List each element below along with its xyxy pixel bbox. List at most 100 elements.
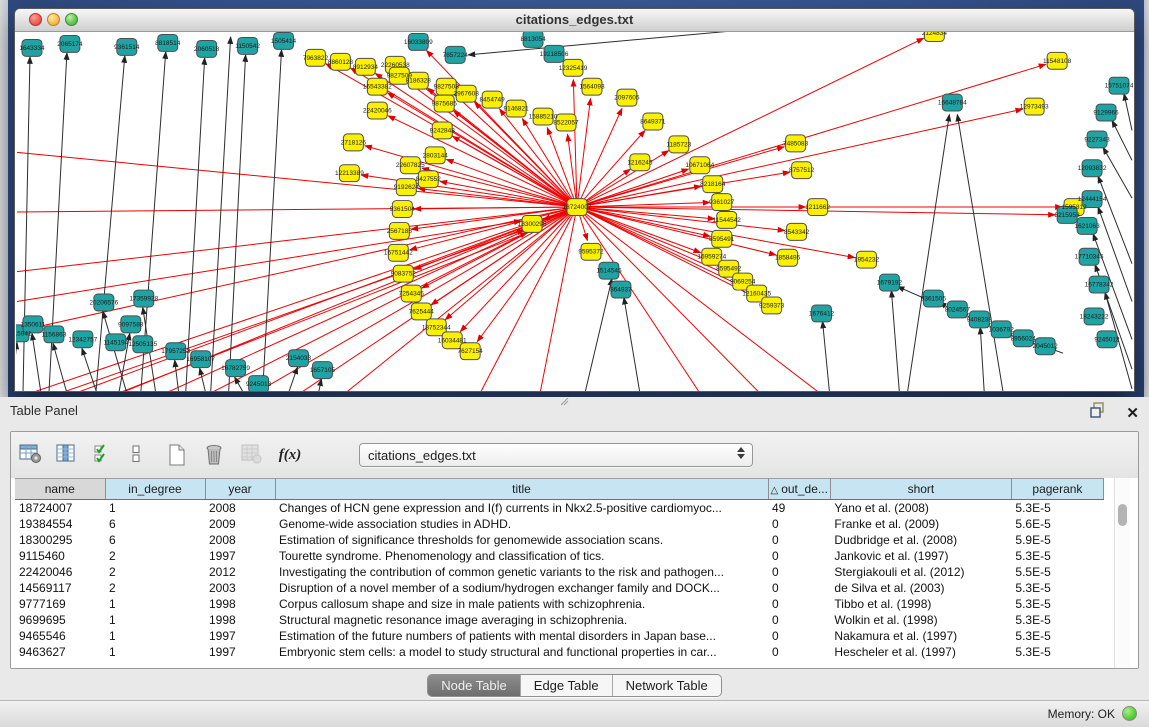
graph-node[interactable] [117, 38, 137, 55]
graph-node[interactable] [690, 157, 710, 174]
graph-node[interactable] [367, 102, 387, 119]
graph-node[interactable] [879, 274, 899, 291]
column-header-year[interactable]: year [205, 479, 275, 500]
graph-node[interactable] [808, 199, 828, 216]
graph-node[interactable] [786, 135, 806, 152]
tab-edge-table[interactable]: Edge Table [520, 675, 612, 696]
tab-node-table[interactable]: Node Table [428, 675, 520, 696]
table-vertical-scrollbar[interactable] [1114, 478, 1130, 669]
column-header-title[interactable]: title [275, 479, 768, 500]
graph-node[interactable] [408, 72, 428, 89]
tab-network-table[interactable]: Network Table [612, 675, 721, 696]
graph-node[interactable] [1087, 131, 1107, 148]
graph-node[interactable] [1084, 308, 1104, 325]
graph-node[interactable] [401, 285, 421, 302]
graph-node[interactable] [393, 265, 413, 282]
graph-node[interactable] [106, 334, 126, 351]
graph-node[interactable] [94, 294, 114, 311]
graph-node[interactable] [1097, 331, 1117, 348]
graph-node[interactable] [556, 114, 576, 131]
table-select-dropdown[interactable]: citations_edges.txt [359, 443, 753, 467]
graph-node[interactable] [436, 78, 456, 95]
graph-node[interactable] [1013, 330, 1033, 347]
table-row[interactable]: 911546021997Tourette syndrome. Phenomeno… [15, 548, 1103, 564]
graph-node[interactable] [924, 32, 944, 41]
select-rows-icon[interactable] [93, 443, 117, 467]
graph-node[interactable] [389, 222, 409, 239]
graph-node[interactable] [1057, 207, 1077, 224]
graph-node[interactable] [1035, 338, 1055, 355]
graph-node[interactable] [166, 343, 186, 360]
graph-node[interactable] [717, 212, 737, 229]
network-canvas[interactable]: 7963822886012889129342226053898275091654… [16, 32, 1133, 391]
graph-node[interactable] [289, 350, 309, 367]
graph-node[interactable] [134, 290, 154, 307]
table-settings-icon[interactable] [19, 443, 43, 467]
graph-node[interactable] [482, 91, 502, 108]
graph-node[interactable] [969, 311, 989, 328]
graph-node[interactable] [23, 316, 43, 333]
table-row[interactable]: 977716911998Corpus callosum shape and si… [15, 596, 1103, 612]
graph-node[interactable] [544, 45, 564, 62]
graph-node[interactable] [339, 165, 359, 182]
graph-node[interactable] [330, 53, 350, 70]
table-row[interactable]: 946554611997Estimation of the future num… [15, 628, 1103, 644]
row-height-icon[interactable] [130, 443, 154, 467]
column-header-in_degree[interactable]: in_degree [105, 479, 205, 500]
graph-node[interactable] [506, 100, 526, 117]
graph-node[interactable] [456, 85, 476, 102]
column-header-name[interactable]: name [15, 479, 105, 500]
splitter-grip-icon[interactable] [560, 398, 570, 406]
graph-node[interactable] [1079, 248, 1099, 265]
graph-node[interactable] [942, 94, 962, 111]
graph-node[interactable] [274, 32, 294, 49]
graph-node[interactable] [581, 243, 601, 260]
graph-node[interactable] [158, 34, 178, 51]
graph-node[interactable] [856, 251, 876, 268]
graph-node[interactable] [305, 49, 325, 66]
graph-node[interactable] [703, 176, 723, 193]
close-panel-icon[interactable]: ✕ [1126, 406, 1139, 422]
graph-node[interactable] [523, 32, 543, 47]
graph-node[interactable] [418, 171, 438, 188]
table-row[interactable]: 946362711997Embryonic stem cells: a mode… [15, 644, 1103, 660]
table-row[interactable]: 969969511998Structural magnetic resonanc… [15, 612, 1103, 628]
graph-node[interactable] [1082, 191, 1102, 208]
graph-node[interactable] [792, 162, 812, 179]
graph-node[interactable] [778, 249, 798, 266]
graph-node[interactable] [1082, 160, 1102, 177]
table-row[interactable]: 1872400712008Changes of HCN gene express… [15, 500, 1103, 516]
graph-node[interactable] [389, 67, 409, 84]
delete-table-icon[interactable] [204, 443, 228, 467]
window-titlebar[interactable]: citations_edges.txt [15, 9, 1134, 32]
import-table-icon-disabled[interactable] [241, 443, 265, 467]
graph-node[interactable] [630, 154, 650, 171]
graph-node[interactable] [121, 316, 141, 333]
graph-node[interactable] [991, 321, 1011, 338]
graph-node[interactable] [1024, 98, 1044, 115]
column-header-out_de[interactable]: △out_de... [768, 479, 830, 500]
graph-node[interactable] [249, 376, 269, 391]
graph-node[interactable] [1077, 217, 1097, 234]
scrollbar-thumb[interactable] [1118, 504, 1127, 526]
column-header-pagerank[interactable]: pagerank [1011, 479, 1103, 500]
graph-node[interactable] [312, 362, 332, 379]
graph-node[interactable] [533, 108, 553, 125]
graph-node[interactable] [400, 157, 420, 174]
graph-node[interactable] [226, 360, 246, 377]
graph-node[interactable] [432, 122, 452, 139]
graph-node[interactable] [73, 331, 93, 348]
float-panel-icon[interactable] [1090, 402, 1114, 426]
graph-node[interactable] [599, 262, 619, 279]
graph-node[interactable] [44, 326, 64, 343]
graph-node[interactable] [1096, 104, 1116, 121]
graph-node[interactable] [355, 58, 375, 75]
graph-node[interactable] [563, 59, 583, 76]
network-window[interactable]: citations_edges.txt 79638228860128891293… [14, 8, 1135, 392]
graph-node[interactable] [60, 35, 80, 52]
column-header-short[interactable]: short [830, 479, 1011, 500]
graph-node[interactable] [582, 78, 602, 95]
minimize-traffic-light-icon[interactable] [47, 13, 60, 26]
table-row[interactable]: 2242004622012Investigating the contribut… [15, 564, 1103, 580]
graph-node[interactable] [460, 343, 480, 360]
